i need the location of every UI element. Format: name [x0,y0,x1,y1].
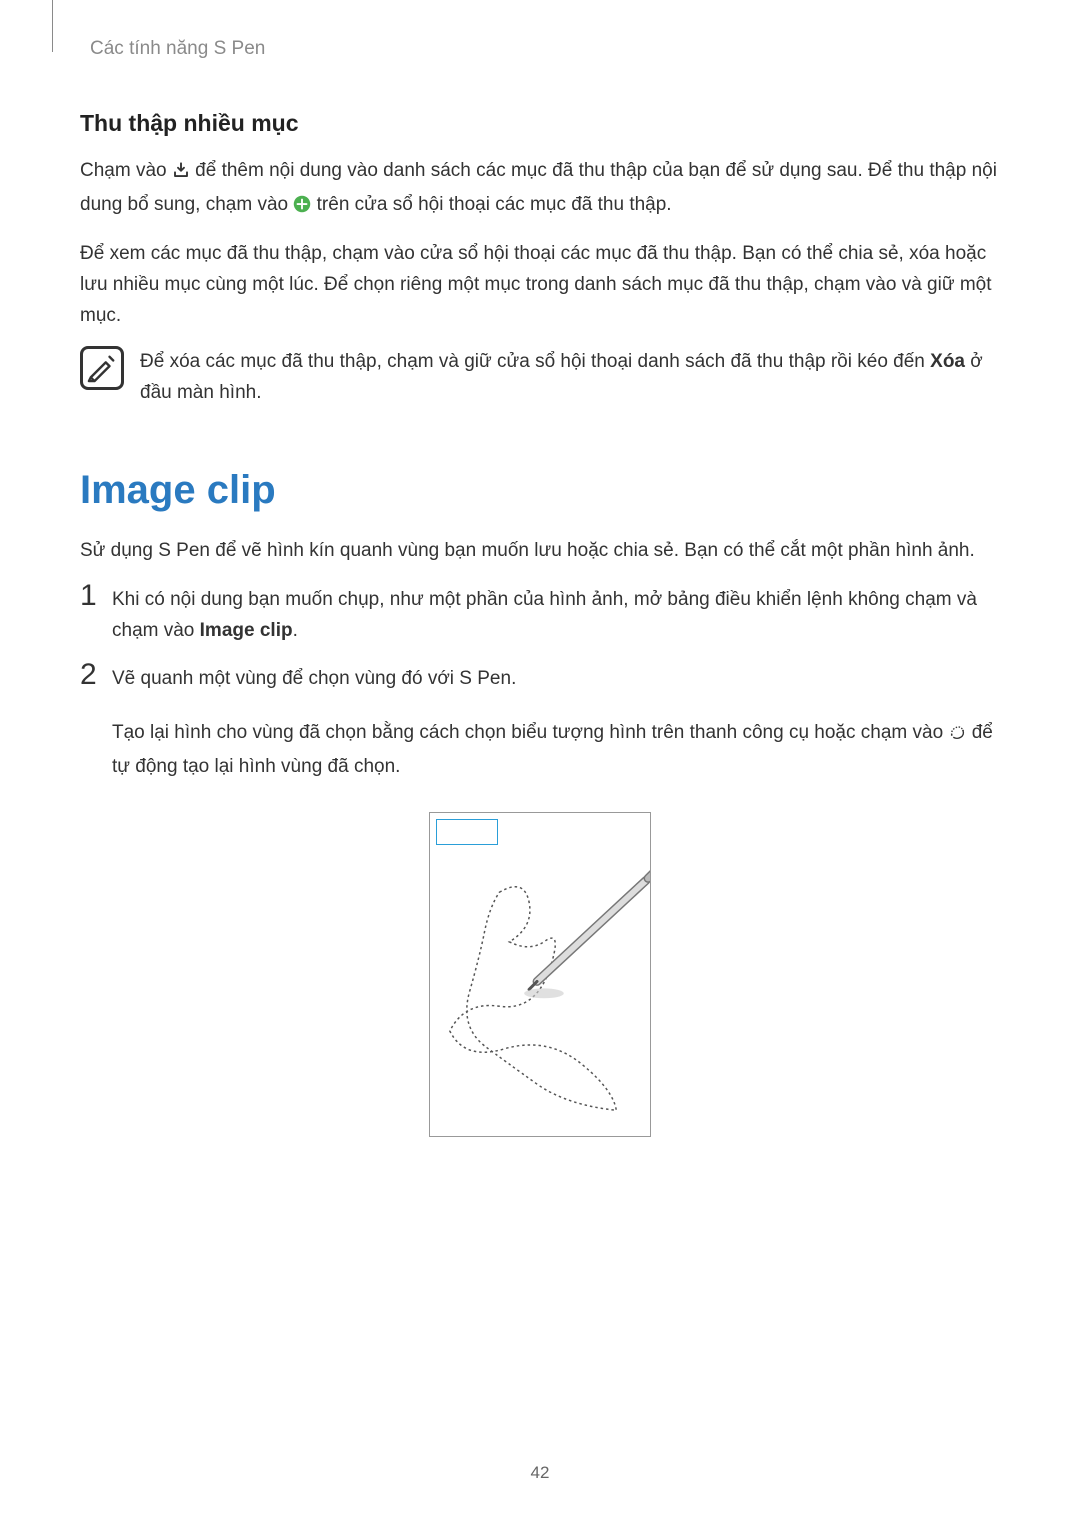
paragraph-collect-1: Chạm vào để thêm nội dung vào danh sách … [80,155,1000,224]
step-number: 1 [80,581,98,611]
step-sub: Tạo lại hình cho vùng đã chọn bằng cách … [112,717,1000,783]
illustration-frame [429,812,651,1137]
text: . [293,620,298,641]
note-block: Để xóa các mục đã thu thập, chạm và giữ … [80,346,1000,409]
text-bold: Xóa [930,351,965,372]
auto-shape-icon [948,720,966,751]
paragraph-collect-2: Để xem các mục đã thu thập, chạm vào cửa… [80,238,1000,332]
subsection-title: Thu thập nhiều mục [80,110,1000,137]
illustration-drawing [430,813,650,1135]
breadcrumb: Các tính năng S Pen [90,38,265,59]
page-number: 42 [0,1463,1080,1483]
step-2: 2 Vẽ quanh một vùng để chọn vùng đó với … [80,660,1000,782]
note-text: Để xóa các mục đã thu thập, chạm và giữ … [140,346,1000,409]
main-heading: Image clip [80,468,1000,513]
text: Để xóa các mục đã thu thập, chạm và giữ … [140,351,930,372]
s-pen-icon [529,873,650,990]
page-header: Các tính năng S Pen [80,0,1000,110]
text: trên cửa sổ hội thoại các mục đã thu thậ… [317,194,672,215]
step-1: 1 Khi có nội dung bạn muốn chụp, như một… [80,581,1000,647]
note-icon [80,346,124,390]
illustration [80,812,1000,1137]
text-bold: Image clip [200,620,293,641]
text: Vẽ quanh một vùng để chọn vùng đó với S … [112,668,516,689]
paragraph-intro: Sử dụng S Pen để vẽ hình kín quanh vùng … [80,535,1000,566]
download-tray-icon [172,158,190,189]
step-body: Vẽ quanh một vùng để chọn vùng đó với S … [112,660,1000,782]
plus-circle-icon [293,192,311,223]
text: Tạo lại hình cho vùng đã chọn bằng cách … [112,722,948,743]
step-body: Khi có nội dung bạn muốn chụp, như một p… [112,581,1000,647]
text: Chạm vào [80,160,172,181]
step-number: 2 [80,660,98,690]
